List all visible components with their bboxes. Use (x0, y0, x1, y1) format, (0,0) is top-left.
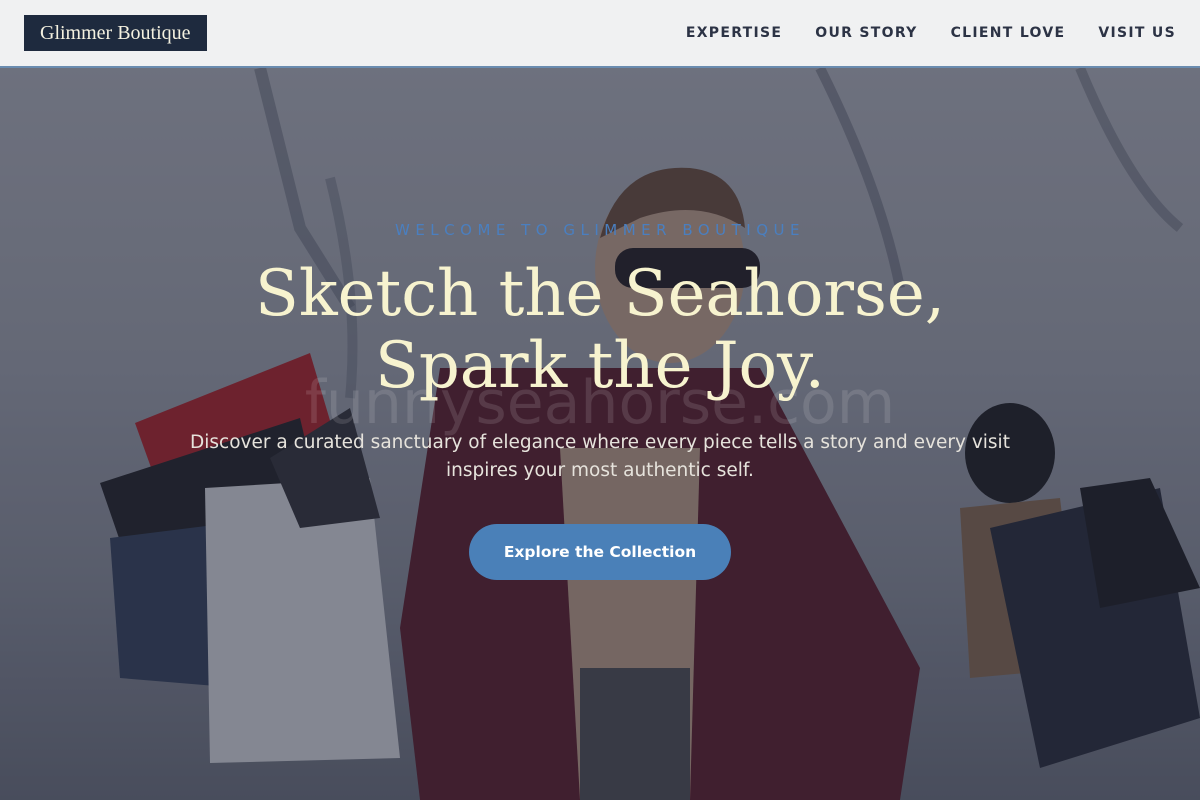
nav-link-visit-us[interactable]: VISIT US (1098, 25, 1176, 41)
hero-section: funnyseahorse.com WELCOME TO GLIMMER BOU… (0, 68, 1200, 800)
nav-link-our-story[interactable]: OUR STORY (815, 25, 917, 41)
hero-headline: Sketch the Seahorse, Spark the Joy. (0, 258, 1200, 402)
explore-collection-button[interactable]: Explore the Collection (469, 524, 731, 580)
nav-link-expertise[interactable]: EXPERTISE (686, 25, 782, 41)
hero-subtext: Discover a curated sanctuary of elegance… (190, 432, 1010, 481)
nav-link-client-love[interactable]: CLIENT LOVE (951, 25, 1066, 41)
main-nav: EXPERTISE OUR STORY CLIENT LOVE VISIT US (686, 25, 1176, 41)
hero-eyebrow: WELCOME TO GLIMMER BOUTIQUE (395, 221, 805, 239)
hero-headline-line-2: Spark the Joy. (374, 329, 826, 403)
site-header: Glimmer Boutique EXPERTISE OUR STORY CLI… (0, 0, 1200, 68)
brand-logo[interactable]: Glimmer Boutique (24, 15, 207, 51)
hero-headline-line-1: Sketch the Seahorse, (254, 257, 946, 331)
